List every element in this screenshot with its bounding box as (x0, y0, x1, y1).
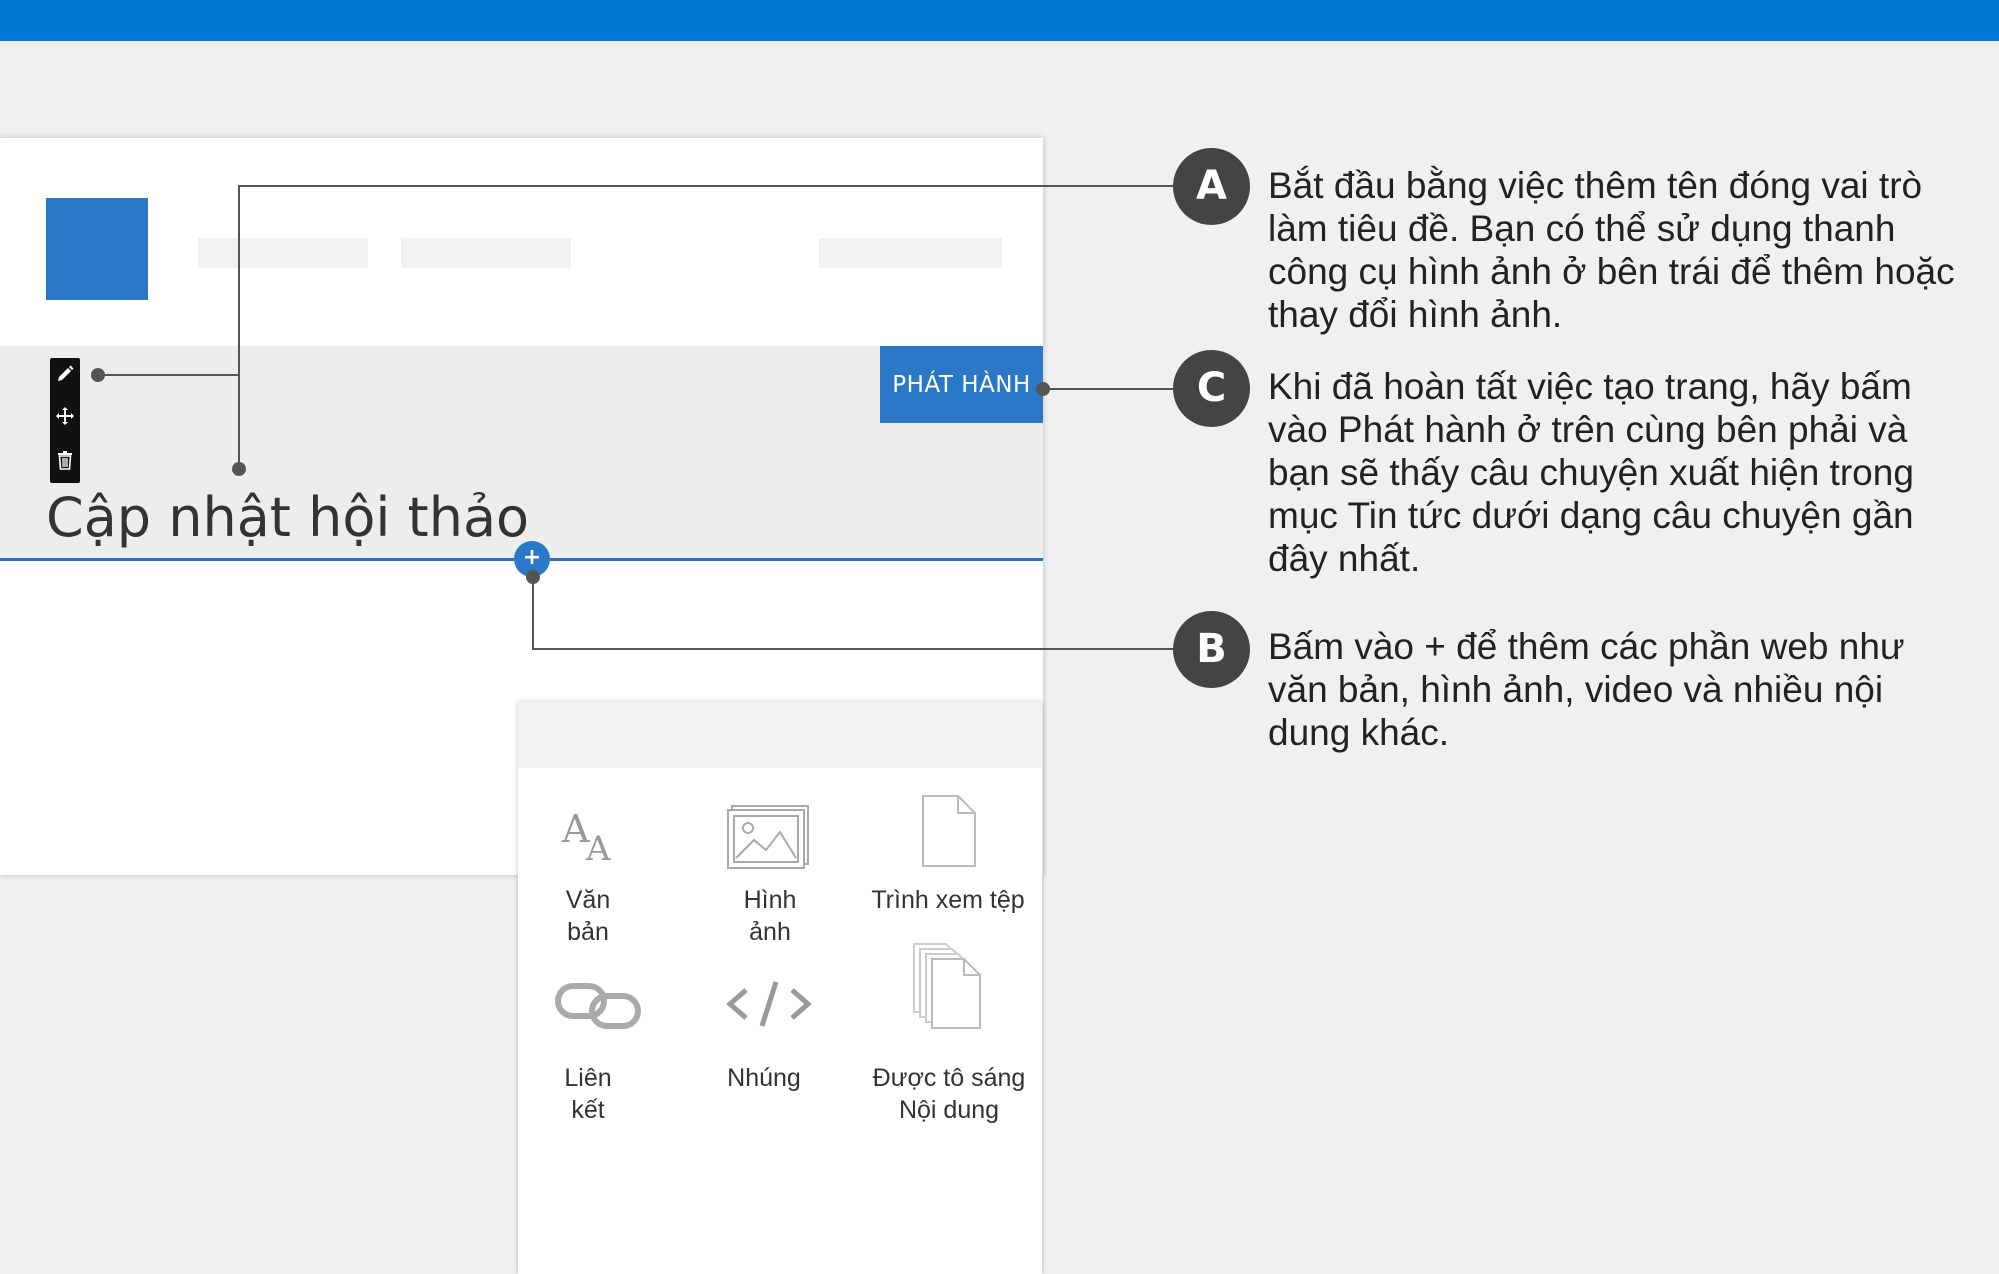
publish-button[interactable]: PHÁT HÀNH (880, 346, 1043, 423)
pencil-icon[interactable] (55, 364, 75, 384)
webpart-picker: A A Văn bản Hình ảnh Trình xem tệp Liên … (518, 702, 1042, 1274)
nav-placeholder (401, 238, 571, 268)
webpart-highlighted-content-label-text: Được tô sáng Nội dung (872, 1064, 1026, 1124)
webpart-link-label-text: Liên kết (564, 1064, 612, 1124)
webpart-image-label-text: Hình ảnh (743, 886, 797, 946)
callout-badge-a: A (1173, 148, 1250, 225)
callout-text-b: Bấm vào + để thêm các phần web như văn b… (1268, 626, 1905, 753)
webpart-embed-label-text: Nhúng (727, 1064, 801, 1092)
nav-placeholder (819, 238, 1002, 268)
move-icon[interactable] (55, 406, 75, 426)
callout-text-c: Khi đã hoàn tất việc tạo trang, hãy bấm … (1268, 366, 1914, 579)
webpart-file-viewer-label[interactable]: Trình xem tệp (858, 884, 1038, 916)
trash-icon[interactable] (55, 450, 75, 470)
callout-badge-c: C (1173, 350, 1250, 427)
webpart-text-label-text: Văn bản (565, 886, 611, 946)
file-icon (922, 795, 976, 867)
top-bar (0, 0, 1999, 41)
webpart-embed-label[interactable]: Nhúng (694, 1062, 834, 1094)
webpart-file-viewer-label-text: Trình xem tệp (871, 886, 1025, 914)
callout-badge-b: B (1173, 611, 1250, 688)
image-toolbar (50, 358, 80, 483)
webpart-highlighted-content-label[interactable]: Được tô sáng Nội dung (858, 1062, 1040, 1126)
embed-icon (726, 981, 812, 1027)
image-icon (727, 805, 809, 869)
svg-text:A: A (585, 829, 611, 866)
link-icon (555, 983, 641, 1029)
picker-header (518, 702, 1042, 768)
highlighted-content-icon (913, 943, 981, 1029)
text-icon: A A (561, 807, 611, 866)
webpart-text-label[interactable]: Văn bản (528, 884, 648, 948)
page-title[interactable]: Cập nhật hội thảo (46, 486, 529, 549)
callout-text-a: Bắt đầu bằng việc thêm tên đóng vai trò … (1268, 165, 1955, 335)
webpart-image-label[interactable]: Hình ảnh (700, 884, 840, 948)
nav-placeholder (198, 238, 368, 268)
add-webpart-button[interactable]: + (514, 541, 550, 577)
webpart-link-label[interactable]: Liên kết (528, 1062, 648, 1126)
site-logo[interactable] (46, 198, 148, 300)
